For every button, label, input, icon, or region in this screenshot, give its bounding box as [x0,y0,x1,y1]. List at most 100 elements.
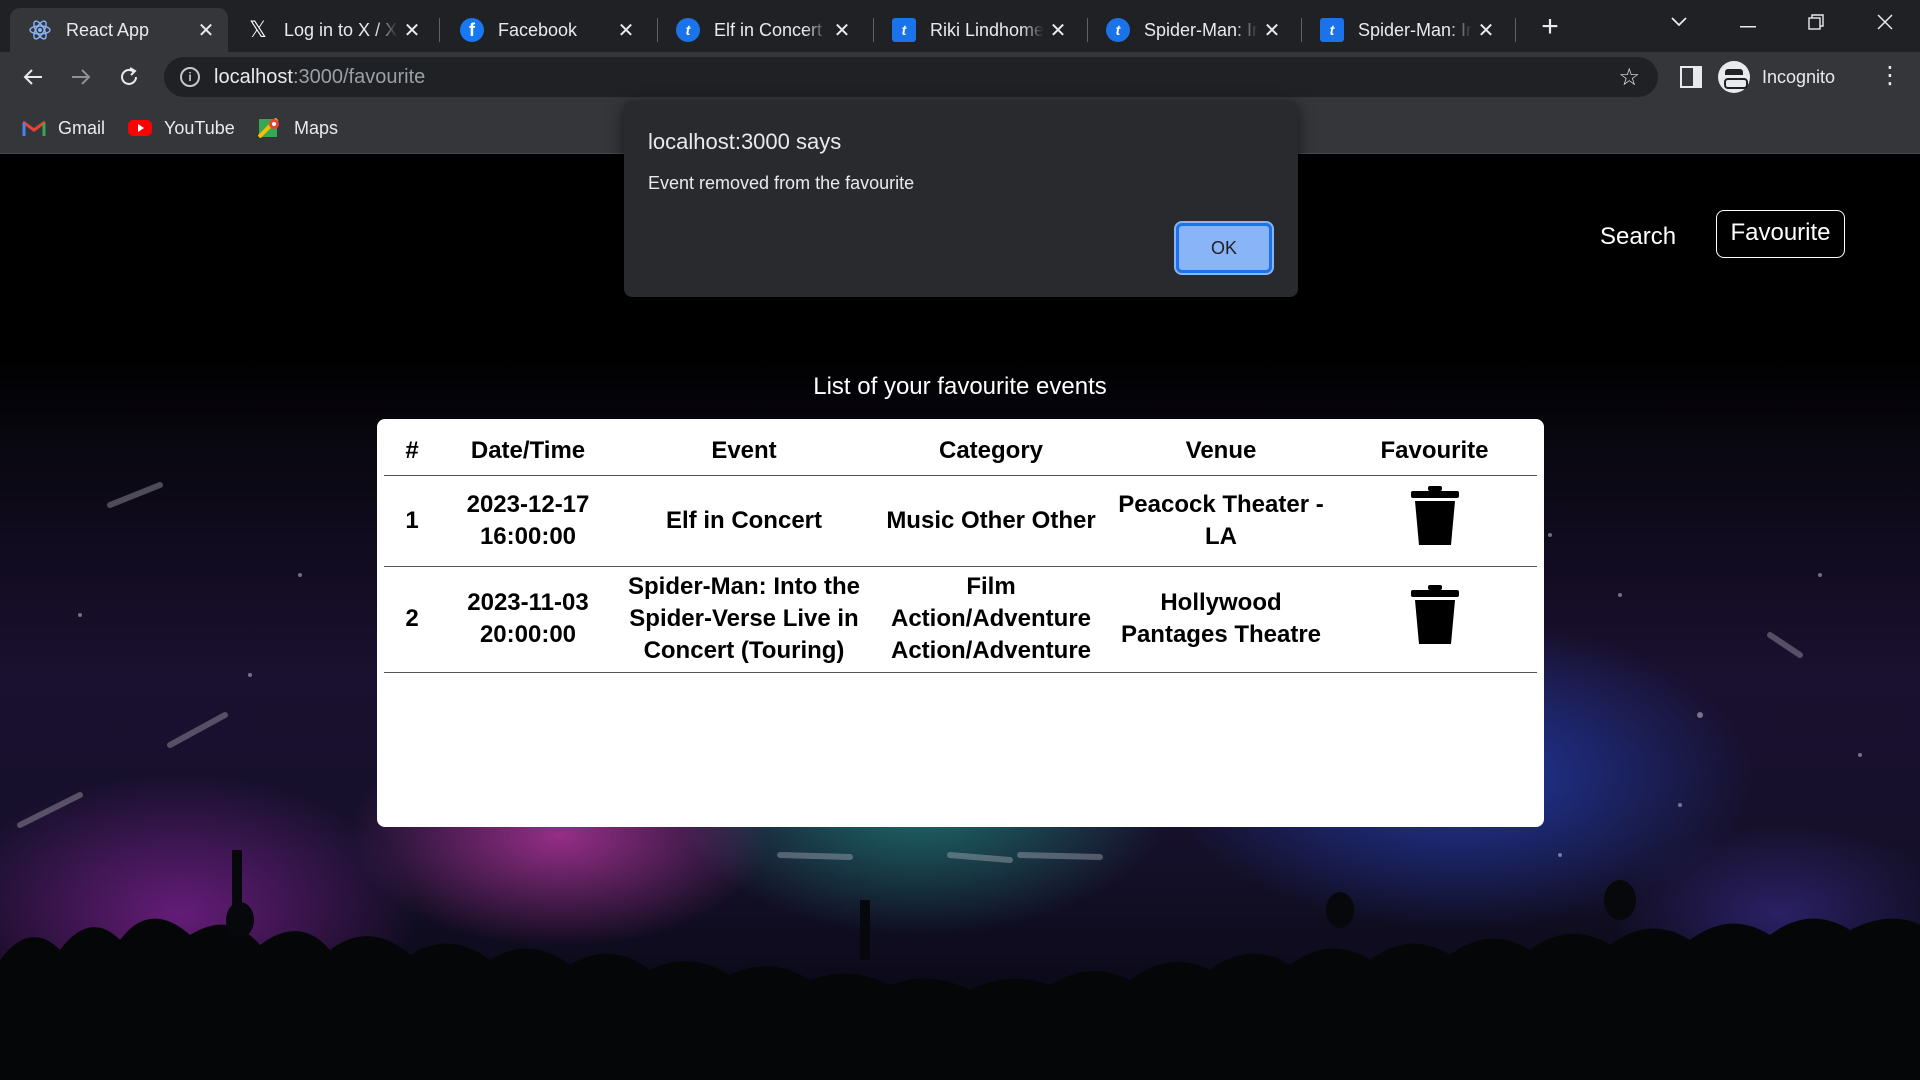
tab-title: React App [66,19,150,40]
url-host: localhost [214,65,293,88]
incognito-profile-button[interactable]: Incognito [1718,58,1888,96]
address-bar[interactable]: i localhost :3000/favourite ☆ [164,57,1658,97]
event-time: 20:00:00 [479,621,577,648]
nav-search-link[interactable]: Search [1600,223,1676,251]
tab-title: Log in to X / X [284,19,398,40]
reload-icon [121,67,137,85]
url-path: :3000/favourite [292,65,426,88]
venue-line: Peacock Theater - [1118,490,1324,518]
row-number: 1 [384,475,440,567]
venue-cell: Hollywood Pantages Theatre [1110,566,1332,673]
back-button[interactable] [14,58,52,96]
site-info-icon[interactable]: i [180,67,200,87]
tab-search-chevron-icon[interactable] [1646,0,1712,44]
bookmark-gmail[interactable]: Gmail [22,114,105,142]
forward-arrow-icon [72,69,91,85]
favourite-cell [1332,566,1537,673]
ticketmaster-icon: t [892,18,916,42]
browser-toolbar: i localhost :3000/favourite ☆ Incognito … [0,52,1920,102]
incognito-icon [1718,61,1750,93]
event-name-line: Spider-Man: Into the [628,573,860,600]
close-icon[interactable]: ✕ [612,18,640,43]
react-icon [28,18,52,42]
table-row[interactable]: 1 2023-12-17 16:00:00 Elf in Concert Mus… [384,475,1537,567]
trash-icon[interactable] [1410,584,1460,646]
bookmark-star-icon[interactable]: ☆ [1618,63,1640,92]
close-icon[interactable]: ✕ [398,18,426,43]
tab-title: Spider-Man: In [1358,19,1472,40]
ticketmaster-icon: t [1106,18,1130,42]
side-panel-icon[interactable] [1680,66,1702,88]
event-name-cell: Elf in Concert [616,475,872,567]
venue-line: LA [1205,522,1237,550]
tab-react-app[interactable]: React App ✕ [10,8,228,52]
x-logo-icon: 𝕏 [249,17,267,42]
tab-strip: React App ✕ 𝕏 Log in to X / X ✕ f Facebo… [0,0,1920,52]
table-header-row: # Date/Time Event Category Venue Favouri… [384,419,1537,476]
favourite-cell [1332,475,1537,567]
category-cell: Film Action/Adventure Action/Adventure [872,566,1110,673]
event-date: 2023-11-03 [467,589,589,616]
close-icon[interactable]: ✕ [828,18,856,43]
column-header: Date/Time [440,419,616,476]
close-icon[interactable]: ✕ [1044,18,1072,43]
bookmark-label: Maps [294,117,339,138]
page-title: List of your favourite events [813,373,1107,400]
tab-elf-in-concert[interactable]: t Elf in Concert ✕ [658,8,864,52]
dialog-message: Event removed from the favourite [648,173,915,193]
tab-title: Elf in Concert [714,19,823,40]
category-cell: Music Other Other [872,475,1110,567]
row-number: 2 [384,566,440,673]
reload-button[interactable] [110,58,148,96]
category-line: Action/Adventure [890,605,1091,632]
forward-button[interactable] [62,58,100,96]
gmail-icon [22,120,46,136]
column-header: Event [616,419,872,476]
back-arrow-icon [23,69,42,85]
ticketmaster-icon: t [676,18,700,42]
tab-spider-man-2[interactable]: t Spider-Man: In ✕ [1302,8,1508,52]
tab-riki-lindhome[interactable]: t Riki Lindhome ✕ [874,8,1080,52]
tab-x-login[interactable]: 𝕏 Log in to X / X ✕ [228,8,434,52]
event-name-line: Concert (Touring) [643,637,845,664]
event-date: 2023-12-17 [466,490,590,518]
profile-label: Incognito [1762,66,1836,87]
close-icon[interactable]: ✕ [1258,18,1286,43]
menu-kebab-icon[interactable]: ⋮ [1878,62,1902,92]
event-name-line: Elf in Concert [665,506,822,534]
venue-line: Pantages Theatre [1120,621,1322,648]
facebook-icon: f [460,18,484,42]
event-name-line: Spider-Verse Live in [629,605,859,632]
new-tab-button[interactable]: + [1532,10,1568,46]
tab-facebook[interactable]: f Facebook ✕ [442,8,648,52]
youtube-icon [128,120,152,136]
column-header: Category [872,419,1110,476]
restore-button[interactable] [1783,0,1849,44]
bookmark-label: YouTube [164,117,235,138]
ok-button[interactable]: OK [1174,221,1274,275]
bookmark-maps[interactable]: Maps [258,114,338,142]
venue-line: Hollywood [1160,589,1282,616]
close-icon[interactable]: ✕ [192,18,220,43]
favourites-table: # Date/Time Event Category Venue Favouri… [384,419,1537,673]
column-header: Favourite [1332,419,1537,476]
tab-spider-man-1[interactable]: t Spider-Man: In ✕ [1088,8,1294,52]
minimize-button[interactable] [1715,0,1781,44]
category-line: Film [966,573,1016,600]
maps-icon [258,118,279,138]
close-icon[interactable]: ✕ [1472,18,1500,43]
table-row[interactable]: 2 2023-11-03 20:00:00 Spider-Man: Into t… [384,566,1537,673]
dialog-title: localhost:3000 says [648,129,842,154]
window-close-button[interactable] [1852,0,1918,44]
category-line: Music Other Other [886,506,1096,534]
bookmark-label: Gmail [58,117,106,138]
column-header: # [384,419,440,476]
bookmark-youtube[interactable]: YouTube [128,114,235,142]
tab-separator [1515,18,1516,42]
crowd-silhouette [0,850,1920,1080]
tab-separator [439,18,440,42]
column-header: Venue [1110,419,1332,476]
date-time-cell: 2023-12-17 16:00:00 [440,475,616,567]
nav-favourite-button[interactable]: Favourite [1716,210,1845,258]
trash-icon[interactable] [1410,485,1460,547]
